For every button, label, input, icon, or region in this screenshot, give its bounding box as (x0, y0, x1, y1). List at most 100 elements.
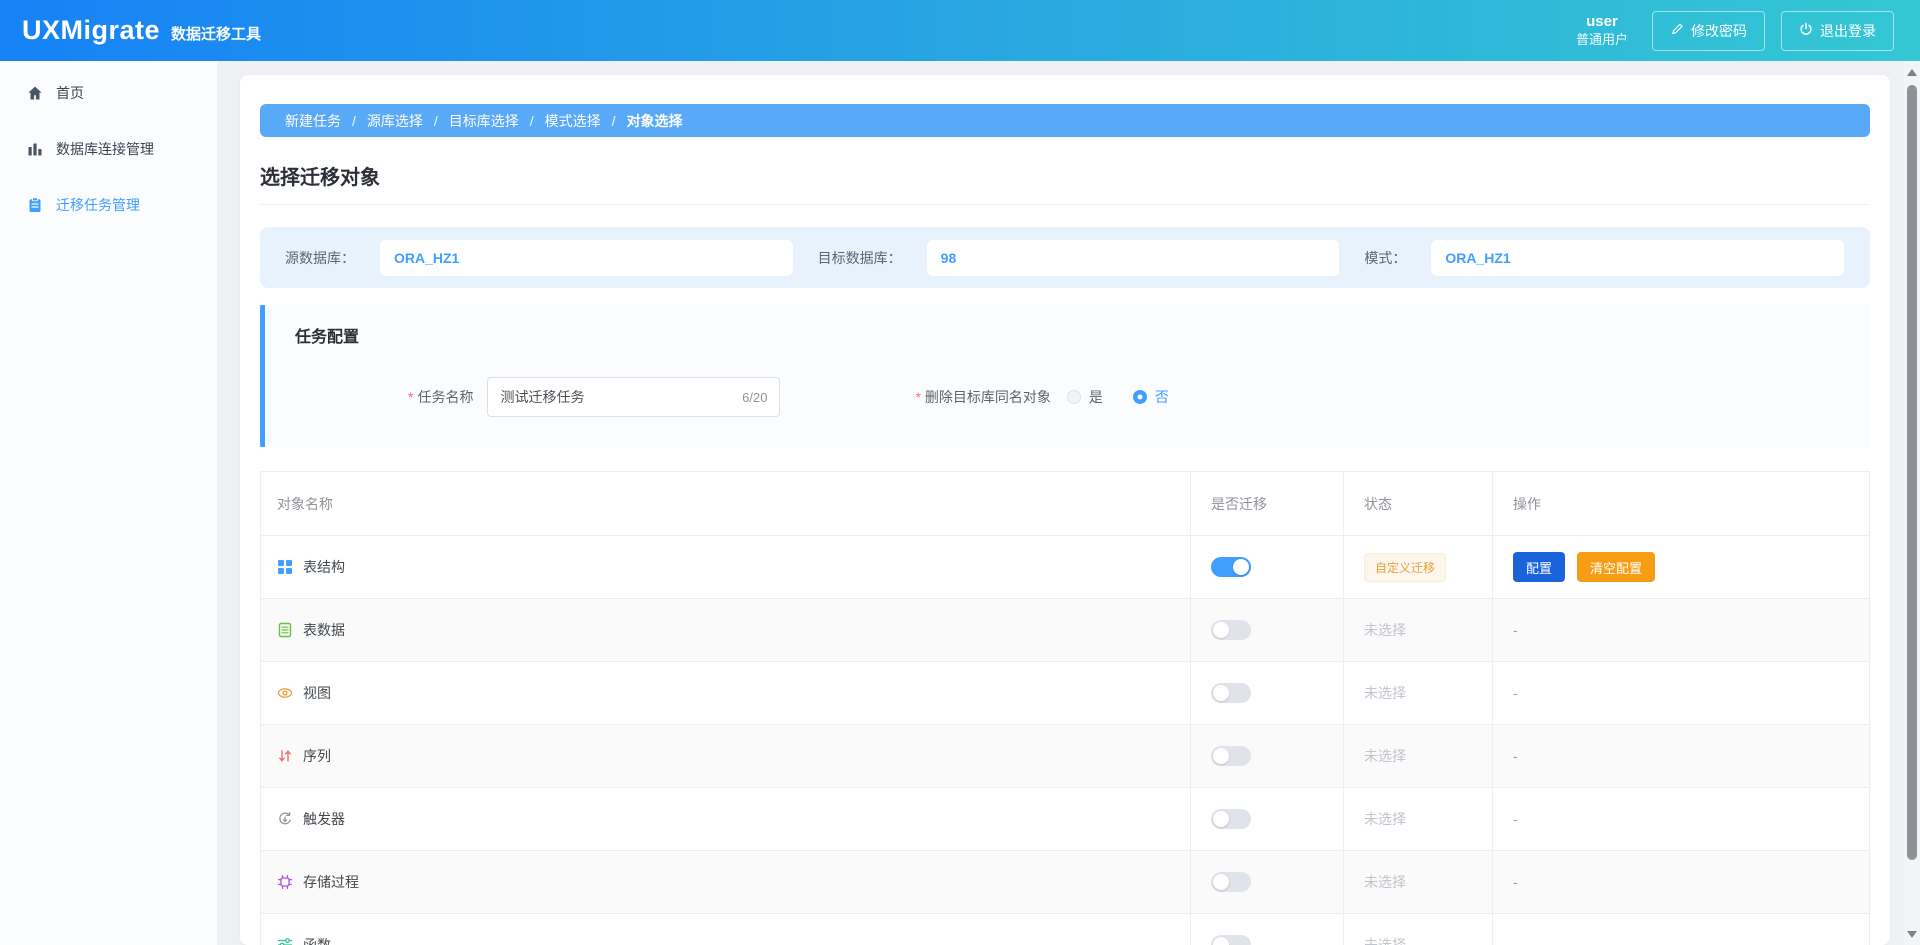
username: user (1576, 13, 1628, 32)
object-name: 函数 (303, 935, 331, 945)
brand: UXMigrate 数据迁移工具 (22, 15, 261, 46)
configure-button[interactable]: 配置 (1513, 552, 1565, 582)
migrate-toggle[interactable] (1211, 620, 1251, 640)
step-separator: / (612, 113, 616, 129)
clipboard-icon (27, 197, 43, 213)
trigger-refresh-icon (277, 811, 293, 827)
no-action-placeholder: - (1513, 937, 1518, 945)
chip-icon (277, 874, 293, 890)
object-name: 表数据 (303, 620, 345, 640)
breadcrumb-steps: 新建任务 / 源库选择 / 目标库选择 / 模式选择 / 对象选择 (260, 104, 1870, 137)
target-db-label: 目标数据库： (818, 248, 902, 268)
step-separator: / (352, 113, 356, 129)
target-db-field[interactable] (926, 239, 1341, 277)
step-object-select[interactable]: 对象选择 (627, 111, 683, 131)
no-action-placeholder: - (1513, 622, 1518, 638)
sidebar-item-label: 首页 (56, 83, 84, 103)
table-structure-icon (277, 559, 293, 575)
summary-bar: 源数据库： 目标数据库： 模式： (260, 227, 1870, 288)
migrate-toggle[interactable] (1211, 746, 1251, 766)
delete-same-name-radio-group: 是 否 (1067, 387, 1169, 407)
schema-field[interactable] (1430, 239, 1845, 277)
sidebar-item-migration-tasks[interactable]: 迁移任务管理 (0, 177, 217, 233)
migrate-toggle[interactable] (1211, 935, 1251, 945)
power-icon (1799, 22, 1813, 39)
task-name-input-box: 6/20 (487, 377, 780, 417)
step-target-db[interactable]: 目标库选择 (449, 111, 519, 131)
table-header-row: 对象名称 是否迁移 状态 操作 (261, 472, 1869, 535)
status-text: 未选择 (1364, 809, 1406, 829)
source-db-field[interactable] (379, 239, 794, 277)
object-name: 视图 (303, 683, 331, 703)
no-action-placeholder: - (1513, 811, 1518, 827)
step-schema[interactable]: 模式选择 (545, 111, 601, 131)
table-row: 触发器 未选择 - (261, 787, 1869, 850)
sidebar-item-home[interactable]: 首页 (0, 65, 217, 121)
table-row: 表结构 自定义迁移 配置 清空配置 (261, 535, 1869, 598)
scrollbar-thumb[interactable] (1907, 85, 1917, 860)
table-row: 序列 未选择 - (261, 724, 1869, 787)
app-header: UXMigrate 数据迁移工具 user 普通用户 修改密码 退出登录 (0, 0, 1920, 61)
status-text: 未选择 (1364, 935, 1406, 945)
task-name-label: 任务名称 (417, 387, 473, 407)
table-row: 函数 未选择 - (261, 913, 1869, 945)
step-separator: / (530, 113, 534, 129)
migrate-toggle[interactable] (1211, 809, 1251, 829)
no-action-placeholder: - (1513, 874, 1518, 890)
migrate-toggle[interactable] (1211, 557, 1251, 577)
sliders-icon (277, 937, 293, 945)
radio-circle-icon (1067, 390, 1081, 404)
view-eye-icon (277, 685, 293, 701)
column-status: 状态 (1344, 472, 1493, 535)
content-card: 新建任务 / 源库选择 / 目标库选择 / 模式选择 / 对象选择 选择迁移对象… (240, 75, 1890, 945)
scroll-down-arrow[interactable] (1904, 926, 1920, 942)
status-text: 未选择 (1364, 746, 1406, 766)
status-text: 未选择 (1364, 620, 1406, 640)
required-mark: * (915, 389, 920, 405)
migrate-toggle[interactable] (1211, 872, 1251, 892)
sidebar-item-label: 迁移任务管理 (56, 195, 140, 215)
object-name: 触发器 (303, 809, 345, 829)
radio-no[interactable]: 否 (1133, 387, 1169, 407)
no-action-placeholder: - (1513, 685, 1518, 701)
status-text: 未选择 (1364, 872, 1406, 892)
scroll-up-arrow[interactable] (1904, 64, 1920, 80)
user-role: 普通用户 (1576, 32, 1628, 48)
source-db-label: 源数据库： (285, 248, 355, 268)
object-name: 表结构 (303, 557, 345, 577)
sidebar: 首页 数据库连接管理 迁移任务管理 (0, 61, 218, 945)
table-row: 视图 未选择 - (261, 661, 1869, 724)
page-title: 选择迁移对象 (260, 161, 1870, 205)
delete-same-name-label: 删除目标库同名对象 (925, 387, 1051, 407)
task-config-heading: 任务配置 (295, 323, 1870, 347)
object-name: 存储过程 (303, 872, 359, 892)
column-migrate: 是否迁移 (1191, 472, 1344, 535)
task-name-input[interactable] (500, 389, 734, 405)
main-area: 新建任务 / 源库选择 / 目标库选择 / 模式选择 / 对象选择 选择迁移对象… (218, 61, 1920, 945)
logout-button[interactable]: 退出登录 (1781, 11, 1894, 51)
app-subtitle: 数据迁移工具 (171, 23, 261, 44)
clear-config-button[interactable]: 清空配置 (1577, 552, 1655, 582)
sidebar-item-db-connections[interactable]: 数据库连接管理 (0, 121, 217, 177)
char-counter: 6/20 (742, 390, 767, 405)
step-separator: / (434, 113, 438, 129)
radio-circle-icon (1133, 390, 1147, 404)
table-row: 存储过程 未选择 - (261, 850, 1869, 913)
radio-yes[interactable]: 是 (1067, 387, 1103, 407)
radio-yes-label: 是 (1089, 387, 1103, 407)
bar-chart-icon (27, 141, 43, 157)
radio-no-label: 否 (1155, 387, 1169, 407)
step-source-db[interactable]: 源库选择 (367, 111, 423, 131)
page-scrollbar (1904, 61, 1920, 945)
required-mark: * (408, 389, 413, 405)
change-password-button[interactable]: 修改密码 (1652, 11, 1765, 51)
object-name: 序列 (303, 746, 331, 766)
migrate-toggle[interactable] (1211, 683, 1251, 703)
pencil-icon (1670, 22, 1684, 39)
status-badge: 自定义迁移 (1364, 553, 1446, 582)
app-logo: UXMigrate (22, 15, 160, 46)
table-row: 表数据 未选择 - (261, 598, 1869, 661)
step-new-task[interactable]: 新建任务 (285, 111, 341, 131)
column-object-name: 对象名称 (261, 472, 1191, 535)
logout-label: 退出登录 (1820, 21, 1876, 41)
